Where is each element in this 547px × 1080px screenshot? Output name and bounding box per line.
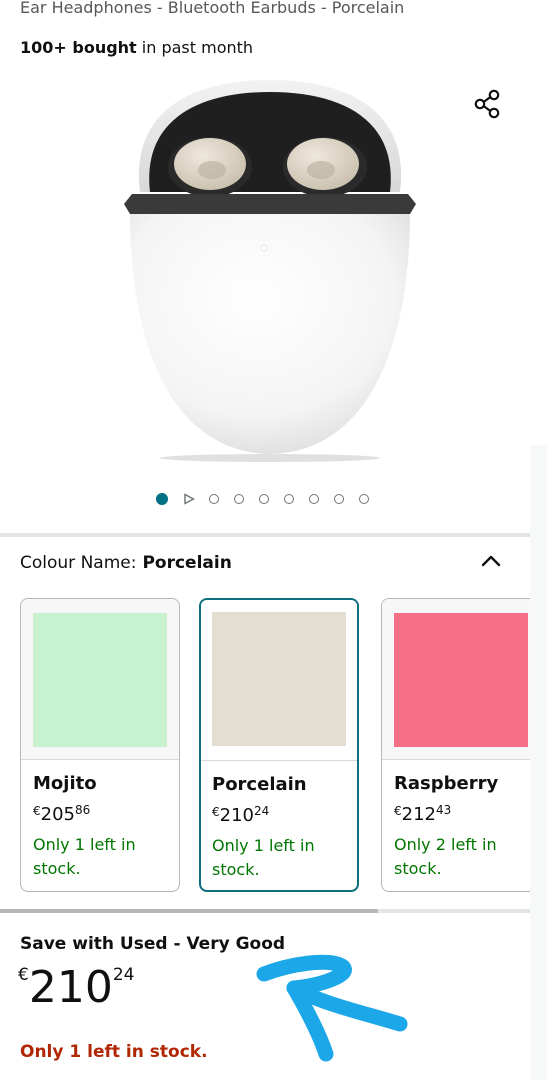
bought-count-rest: in past month bbox=[136, 38, 254, 57]
swatch-price: €21243 bbox=[394, 803, 451, 825]
swatch-stock: Only 1 left in stock. bbox=[33, 835, 136, 878]
swatch-name: Raspberry bbox=[394, 773, 499, 794]
used-offer-title[interactable]: Save with Used - Very Good bbox=[20, 934, 285, 954]
swatch-mojito[interactable]: Mojito €20586 Only 1 left in stock. bbox=[20, 598, 180, 892]
swatch-stock: Only 1 left in stock. bbox=[212, 836, 315, 879]
price-cents: 86 bbox=[75, 803, 91, 817]
chevron-up-icon[interactable] bbox=[480, 552, 502, 570]
carousel-dot-active[interactable] bbox=[156, 493, 168, 505]
swatch-price: €20586 bbox=[33, 803, 90, 825]
carousel-dot[interactable] bbox=[284, 494, 294, 504]
swatch-raspberry[interactable]: Raspberry €21243 Only 2 left in stock. bbox=[381, 598, 530, 892]
product-title[interactable]: Ear Headphones - Bluetooth Earbuds - Por… bbox=[20, 0, 404, 17]
swatch-porcelain[interactable]: Porcelain €21024 Only 1 left in stock. bbox=[199, 598, 359, 892]
section-divider bbox=[0, 533, 530, 537]
carousel-dot[interactable] bbox=[359, 494, 369, 504]
carousel-dot[interactable] bbox=[259, 494, 269, 504]
used-price-cents: 24 bbox=[112, 965, 135, 985]
price-currency: € bbox=[212, 805, 220, 819]
annotation-arrow-icon bbox=[256, 954, 408, 1062]
colour-name-prefix: Colour Name: bbox=[20, 553, 137, 573]
colour-swatch-carousel[interactable]: Mojito €20586 Only 1 left in stock. Porc… bbox=[0, 598, 530, 894]
swatch-image-area bbox=[382, 599, 530, 760]
price-currency: € bbox=[33, 804, 41, 818]
play-icon[interactable] bbox=[183, 493, 195, 505]
price-currency: € bbox=[394, 804, 402, 818]
image-carousel-indicators[interactable] bbox=[156, 490, 384, 508]
swatch-name: Mojito bbox=[33, 773, 97, 794]
bought-count-bold: 100+ bought bbox=[20, 38, 137, 57]
carousel-dot[interactable] bbox=[234, 494, 244, 504]
price-cents: 43 bbox=[436, 803, 452, 817]
swatch-price: €21024 bbox=[212, 804, 269, 826]
carousel-dot[interactable] bbox=[334, 494, 344, 504]
used-price-currency: € bbox=[18, 965, 29, 985]
bought-count: 100+ bought in past month bbox=[20, 38, 253, 57]
swatch-color-mojito bbox=[33, 613, 167, 747]
swatch-image-area bbox=[201, 600, 357, 761]
price-whole: 212 bbox=[401, 804, 436, 825]
price-whole: 205 bbox=[40, 804, 75, 825]
swatch-color-raspberry bbox=[394, 613, 528, 747]
used-price-whole: 210 bbox=[28, 962, 113, 1013]
swatch-stock: Only 2 left in stock. bbox=[394, 835, 497, 878]
carousel-dot[interactable] bbox=[309, 494, 319, 504]
swatch-name: Porcelain bbox=[212, 774, 307, 795]
swatch-scrollbar-thumb[interactable] bbox=[0, 909, 378, 913]
right-edge-panel bbox=[530, 445, 547, 1080]
product-image-earbuds-case[interactable] bbox=[110, 72, 430, 472]
carousel-dot[interactable] bbox=[209, 494, 219, 504]
swatch-image-area bbox=[21, 599, 179, 760]
used-offer-price: €21024 bbox=[18, 962, 134, 1013]
price-cents: 24 bbox=[254, 804, 270, 818]
share-icon[interactable] bbox=[472, 88, 504, 120]
colour-name-label: Colour Name: Porcelain bbox=[20, 553, 232, 573]
price-whole: 210 bbox=[219, 805, 254, 826]
colour-name-value: Porcelain bbox=[142, 553, 232, 573]
used-offer-stock: Only 1 left in stock. bbox=[20, 1042, 208, 1062]
swatch-color-porcelain bbox=[212, 612, 346, 746]
